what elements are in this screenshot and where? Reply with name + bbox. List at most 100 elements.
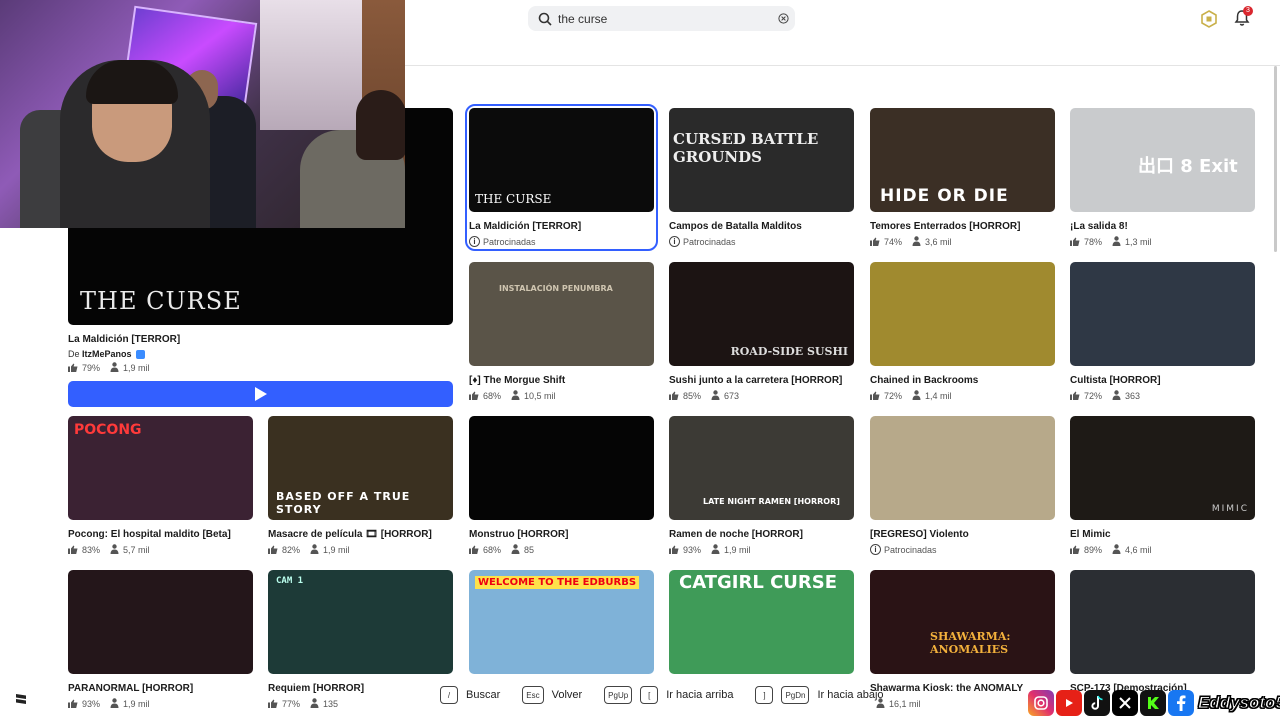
game-name[interactable]: Ramen de noche [HORROR] (669, 529, 854, 540)
game-card[interactable]: WELCOME TO THE EDBURBS (469, 570, 654, 683)
featured-thumb-title: THE CURSE (80, 287, 242, 315)
game-name[interactable]: Pocong: El hospital maldito [Beta] (68, 529, 253, 540)
tiktok-icon (1084, 690, 1110, 716)
hint-key-pgup: PgUp (604, 686, 633, 704)
game-card[interactable]: Monstruo [HORROR] 68% 85 (469, 416, 654, 556)
game-card[interactable]: LATE NIGHT RAMEN [HORROR] Ramen de noche … (669, 416, 854, 556)
search-bar[interactable]: the curse (528, 6, 795, 31)
game-name[interactable]: Campos de Batalla Malditos (669, 221, 854, 232)
game-card[interactable]: Chained in Backrooms 72% 1,4 mil (870, 262, 1055, 402)
thumbnail-text: SHAWARMA: ANOMALIES (930, 630, 1011, 656)
game-name[interactable]: [REGRESO] Violento (870, 529, 1055, 540)
thumbs-up-icon (469, 545, 479, 556)
game-thumbnail[interactable]: POCONG (68, 416, 253, 520)
game-card[interactable]: MIMIC El Mimic 89% 4,6 mil (1070, 416, 1255, 556)
game-name[interactable]: PARANORMAL [HORROR] (68, 683, 253, 694)
kick-icon (1140, 690, 1166, 716)
game-stats: 78% 1,3 mil (1070, 236, 1255, 248)
clear-search-icon[interactable] (773, 6, 793, 31)
game-thumbnail[interactable]: LATE NIGHT RAMEN [HORROR] (669, 416, 854, 520)
game-card[interactable]: Cultista [HORROR] 72% 363 (1070, 262, 1255, 402)
game-name[interactable]: Cultista [HORROR] (1070, 375, 1255, 386)
game-players: 1,9 mil (724, 545, 751, 555)
game-thumbnail[interactable]: SHAWARMA: ANOMALIES (870, 570, 1055, 674)
featured-creator[interactable]: De ItzMePanos (68, 349, 453, 360)
creator-name[interactable]: ItzMePanos (82, 349, 132, 359)
players-icon (711, 544, 720, 556)
game-players: 363 (1125, 391, 1141, 401)
search-icon (532, 6, 558, 31)
game-thumbnail[interactable] (870, 262, 1055, 366)
game-name[interactable]: Sushi junto a la carretera [HORROR] (669, 375, 854, 386)
game-card[interactable]: POCONG Pocong: El hospital maldito [Beta]… (68, 416, 253, 556)
game-thumbnail[interactable]: CATGIRL CURSE (669, 570, 854, 674)
game-thumbnail[interactable] (1070, 570, 1255, 674)
players-icon (310, 698, 319, 710)
facebook-icon (1168, 690, 1194, 716)
game-thumbnail[interactable] (1070, 262, 1255, 366)
game-thumbnail[interactable]: MIMIC (1070, 416, 1255, 520)
game-card[interactable]: SCP-173 [Demostración] (1070, 570, 1255, 694)
game-card[interactable]: CAM 1 Requiem [HORROR] 77% 135 (268, 570, 453, 710)
game-thumbnail[interactable] (68, 570, 253, 674)
game-card[interactable]: PARANORMAL [HORROR] 93% 1,9 mil (68, 570, 253, 710)
game-card[interactable]: BASED OFF A TRUE STORY Masacre de películ… (268, 416, 453, 556)
game-name[interactable]: Masacre de película 🎞 [HORROR] (268, 529, 453, 540)
search-input[interactable]: the curse (558, 12, 773, 26)
players-icon (1112, 544, 1121, 556)
game-name[interactable]: Monstruo [HORROR] (469, 529, 654, 540)
game-thumbnail[interactable]: WELCOME TO THE EDBURBS (469, 570, 654, 674)
x-icon (1112, 690, 1138, 716)
game-card[interactable]: THE CURSE La Maldición [TERROR] i Patrocina… (465, 104, 658, 251)
game-thumbnail[interactable]: CURSED BATTLE GROUNDS (669, 108, 854, 212)
game-thumbnail[interactable]: ROAD-SIDE SUSHI (669, 262, 854, 366)
featured-stats: 79% 1,9 mil (68, 362, 453, 374)
thumbs-up-icon (68, 363, 78, 374)
sponsored-label: i Patrocinadas (669, 236, 854, 247)
game-card[interactable]: ROAD-SIDE SUSHI Sushi junto a la carreter… (669, 262, 854, 402)
thumbs-up-icon (870, 237, 880, 248)
game-thumbnail[interactable]: INSTALACIÓN PENUMBRA (469, 262, 654, 366)
game-name[interactable]: ¡La salida 8! (1070, 221, 1255, 232)
game-thumbnail[interactable]: THE CURSE (469, 108, 654, 212)
robux-icon[interactable] (1200, 10, 1218, 28)
game-name[interactable]: Requiem [HORROR] (268, 683, 453, 694)
game-card[interactable]: INSTALACIÓN PENUMBRA [♦] The Morgue Shift… (469, 262, 654, 402)
thumbnail-text: CAM 1 (276, 576, 304, 586)
info-icon: i (870, 544, 881, 555)
game-name[interactable]: [♦] The Morgue Shift (469, 375, 654, 386)
notifications-bell-icon[interactable]: 3 (1232, 6, 1253, 28)
webcam-person-right-hair (356, 90, 405, 160)
menu-icon[interactable] (14, 692, 28, 706)
thumbs-up-icon (870, 391, 880, 402)
game-name[interactable]: Chained in Backrooms (870, 375, 1055, 386)
game-rating: 83% (82, 545, 101, 555)
game-thumbnail[interactable] (469, 416, 654, 520)
game-card[interactable]: HIDE OR DIE Temores Enterrados [HORROR] 74… (870, 108, 1055, 248)
game-card[interactable]: CATGIRL CURSE (669, 570, 854, 683)
scrollbar[interactable] (1274, 66, 1277, 252)
game-thumbnail[interactable]: 出口 8 Exit (1070, 108, 1255, 212)
thumbs-up-icon (669, 391, 679, 402)
game-card[interactable]: 出口 8 Exit ¡La salida 8! 78% 1,3 mil (1070, 108, 1255, 248)
game-rating: 93% (82, 699, 101, 709)
game-thumbnail[interactable]: CAM 1 (268, 570, 453, 674)
game-name[interactable]: La Maldición [TERROR] (469, 221, 654, 232)
game-thumbnail[interactable]: HIDE OR DIE (870, 108, 1055, 212)
game-name[interactable]: El Mimic (1070, 529, 1255, 540)
game-players: 10,5 mil (524, 391, 556, 401)
thumbs-up-icon (268, 699, 278, 710)
webcam-overlay (0, 0, 405, 228)
info-icon: i (669, 236, 680, 247)
game-thumbnail[interactable] (870, 416, 1055, 520)
play-button[interactable] (68, 381, 453, 408)
featured-name[interactable]: La Maldición [TERROR] (68, 334, 453, 345)
game-thumbnail[interactable]: BASED OFF A TRUE STORY (268, 416, 453, 520)
game-card[interactable]: CURSED BATTLE GROUNDS Campos de Batalla M… (669, 108, 854, 247)
players-icon (511, 390, 520, 402)
game-name[interactable]: Temores Enterrados [HORROR] (870, 221, 1055, 232)
game-players: 5,7 mil (123, 545, 150, 555)
game-card[interactable]: [REGRESO] Violento i Patrocinadas (870, 416, 1055, 555)
game-rating: 72% (884, 391, 903, 401)
game-stats: 74% 3,6 mil (870, 236, 1055, 248)
